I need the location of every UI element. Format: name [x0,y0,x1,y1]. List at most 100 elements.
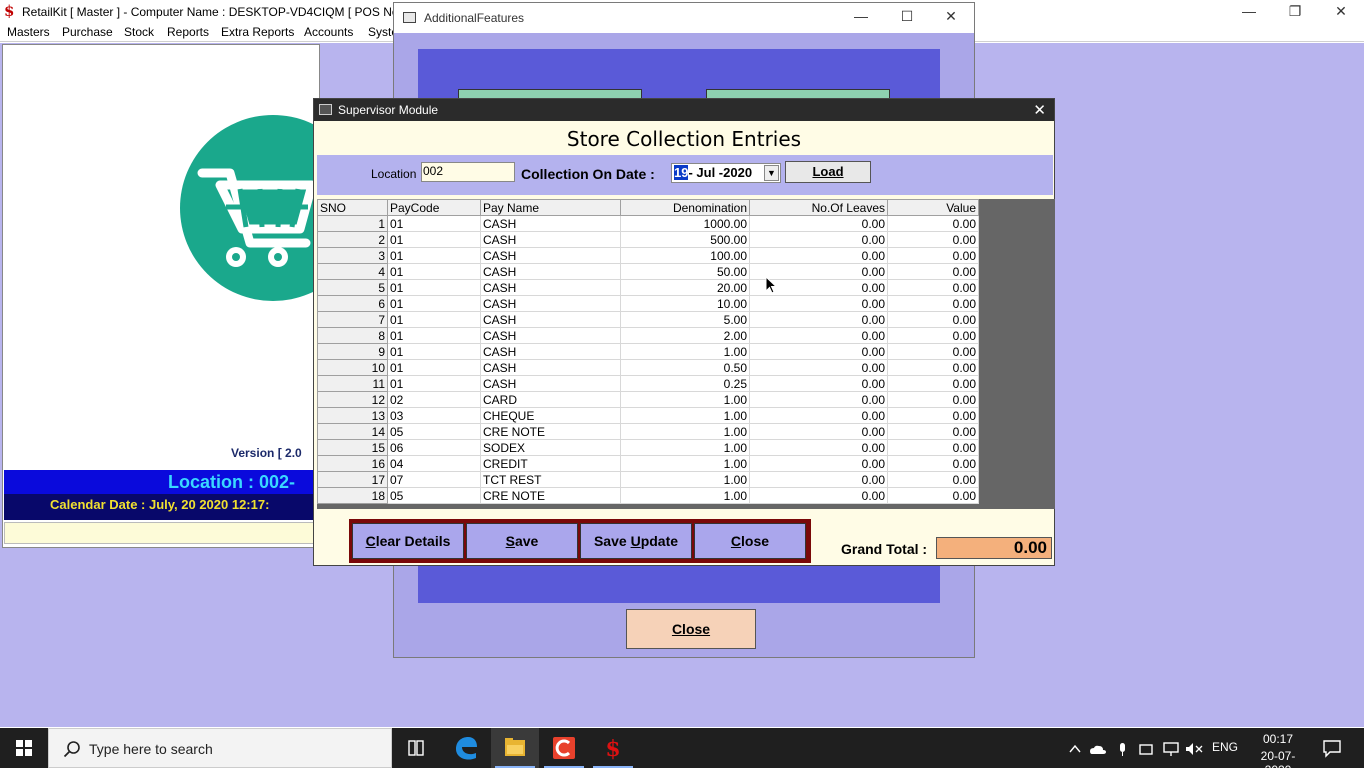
cell-value: 0.00 [887,343,979,360]
menu-reports[interactable]: Reports [167,25,209,39]
retailkit-taskbar-button[interactable]: $ [589,728,637,768]
clock-time[interactable]: 00:17 [1250,732,1306,746]
table-row[interactable]: 13 03 CHEQUE 1.00 0.00 0.00 [317,407,979,424]
cell-leaves[interactable]: 0.00 [749,215,888,232]
collection-table: SNO PayCode Pay Name Denomination No.Of … [317,199,979,504]
cell-leaves[interactable]: 0.00 [749,487,888,504]
collection-grid[interactable]: SNO PayCode Pay Name Denomination No.Of … [317,199,1055,509]
load-button[interactable]: Load [785,161,871,183]
column-header-value[interactable]: Value [887,199,979,216]
notification-center-icon[interactable] [1322,738,1342,758]
table-row[interactable]: 6 01 CASH 10.00 0.00 0.00 [317,295,979,312]
retailkit-icon: $ [605,736,620,762]
cell-paycode: 06 [387,439,481,456]
cell-value: 0.00 [887,407,979,424]
table-row[interactable]: 12 02 CARD 1.00 0.00 0.00 [317,391,979,408]
cell-payname: CASH [480,263,621,280]
collection-date-picker[interactable]: 19- Jul -2020 ▼ [671,163,781,183]
task-view-button[interactable] [392,728,440,768]
menu-stock[interactable]: Stock [124,25,154,39]
language-indicator[interactable]: ENG [1212,740,1238,754]
menu-accounts[interactable]: Accounts [304,25,353,39]
cell-value: 0.00 [887,295,979,312]
table-row[interactable]: 18 05 CRE NOTE 1.00 0.00 0.00 [317,487,979,504]
column-header-payname[interactable]: Pay Name [480,199,621,216]
table-row[interactable]: 7 01 CASH 5.00 0.00 0.00 [317,311,979,328]
cell-value: 0.00 [887,247,979,264]
cell-leaves[interactable]: 0.00 [749,327,888,344]
supervisor-module-dialog: Supervisor Module ✕ Store Collection Ent… [313,98,1055,566]
close-button[interactable]: Close [694,523,806,559]
cell-leaves[interactable]: 0.00 [749,231,888,248]
cell-paycode: 01 [387,279,481,296]
save-button[interactable]: Save [466,523,578,559]
file-explorer-button[interactable] [491,728,539,768]
cell-leaves[interactable]: 0.00 [749,375,888,392]
table-row[interactable]: 10 01 CASH 0.50 0.00 0.00 [317,359,979,376]
date-rest-segment: - Jul -2020 [688,165,753,180]
cell-payname: CASH [480,375,621,392]
chevron-down-icon[interactable]: ▼ [764,165,779,181]
menu-extra-reports[interactable]: Extra Reports [221,25,294,39]
table-row[interactable]: 4 01 CASH 50.00 0.00 0.00 [317,263,979,280]
clock-date[interactable]: 20-07-2020 [1248,749,1308,768]
table-row[interactable]: 3 01 CASH 100.00 0.00 0.00 [317,247,979,264]
cell-denomination: 0.50 [620,359,750,376]
cell-leaves[interactable]: 0.00 [749,295,888,312]
table-row[interactable]: 16 04 CREDIT 1.00 0.00 0.00 [317,455,979,472]
date-day-segment[interactable]: 19 [674,165,689,180]
table-row[interactable]: 8 01 CASH 2.00 0.00 0.00 [317,327,979,344]
table-row[interactable]: 15 06 SODEX 1.00 0.00 0.00 [317,439,979,456]
table-row[interactable]: 17 07 TCT REST 1.00 0.00 0.00 [317,471,979,488]
taskbar-search-box[interactable]: Type here to search [48,728,392,768]
menu-purchase[interactable]: Purchase [62,25,113,39]
af-maximize-button[interactable]: ☐ [884,5,930,29]
location-label: Location [371,167,417,181]
system-tray-icons[interactable] [1066,740,1206,758]
cell-leaves[interactable]: 0.00 [749,423,888,440]
cell-leaves[interactable]: 0.00 [749,391,888,408]
cell-paycode: 01 [387,295,481,312]
table-row[interactable]: 2 01 CASH 500.00 0.00 0.00 [317,231,979,248]
cell-value: 0.00 [887,375,979,392]
save-update-button[interactable]: Save Update [580,523,692,559]
cell-paycode: 02 [387,391,481,408]
restore-button[interactable]: ❐ [1272,0,1318,24]
edge-button[interactable] [442,728,490,768]
cell-leaves[interactable]: 0.00 [749,471,888,488]
af-minimize-button[interactable]: — [838,5,884,29]
cell-payname: CASH [480,279,621,296]
table-row[interactable]: 1 01 CASH 1000.00 0.00 0.00 [317,215,979,232]
column-header-paycode[interactable]: PayCode [387,199,481,216]
cell-leaves[interactable]: 0.00 [749,359,888,376]
minimize-button[interactable]: — [1226,0,1272,24]
af-close-button[interactable]: Close [626,609,756,649]
close-button[interactable]: ✕ [1318,0,1364,24]
table-row[interactable]: 5 01 CASH 20.00 0.00 0.00 [317,279,979,296]
cell-leaves[interactable]: 0.00 [749,311,888,328]
column-header-denomination[interactable]: Denomination [620,199,750,216]
window-icon [319,104,332,115]
camtasia-button[interactable] [540,728,588,768]
cell-leaves[interactable]: 0.00 [749,455,888,472]
filter-bar: Location 002 Collection On Date : 19- Ju… [317,155,1053,195]
location-input[interactable]: 002 [421,162,515,182]
supervisor-close-x-icon[interactable]: ✕ [1033,101,1046,119]
clear-details-button[interactable]: Clear Details [352,523,464,559]
table-row[interactable]: 9 01 CASH 1.00 0.00 0.00 [317,343,979,360]
column-header-leaves[interactable]: No.Of Leaves [749,199,888,216]
cell-leaves[interactable]: 0.00 [749,247,888,264]
cell-denomination: 100.00 [620,247,750,264]
column-header-sno[interactable]: SNO [317,199,388,216]
table-row[interactable]: 14 05 CRE NOTE 1.00 0.00 0.00 [317,423,979,440]
table-row[interactable]: 11 01 CASH 0.25 0.00 0.00 [317,375,979,392]
cell-leaves[interactable]: 0.00 [749,343,888,360]
af-close-x-button[interactable]: ✕ [928,5,974,29]
start-button[interactable] [0,728,48,768]
cell-value: 0.00 [887,327,979,344]
menu-masters[interactable]: Masters [7,25,50,39]
cell-paycode: 05 [387,487,481,504]
cell-leaves[interactable]: 0.00 [749,439,888,456]
cell-value: 0.00 [887,231,979,248]
cell-leaves[interactable]: 0.00 [749,407,888,424]
